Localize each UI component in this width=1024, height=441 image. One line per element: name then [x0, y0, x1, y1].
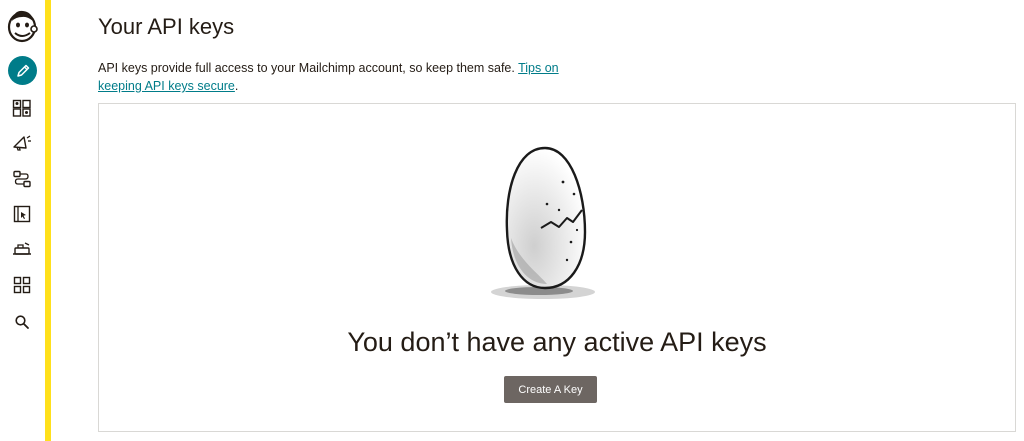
- description-text: API keys provide full access to your Mai…: [98, 61, 515, 75]
- nav-website-button[interactable]: [6, 198, 38, 230]
- integrations-icon: [12, 240, 32, 258]
- nav-campaigns-button[interactable]: [6, 127, 38, 159]
- nav-automations-button[interactable]: [6, 163, 38, 195]
- automation-icon: [12, 170, 32, 188]
- megaphone-icon: [12, 134, 32, 152]
- pencil-icon: [15, 63, 31, 79]
- search-icon: [14, 314, 30, 330]
- nav-search-button[interactable]: [6, 306, 38, 338]
- nav-create-button[interactable]: [8, 56, 37, 85]
- nav-accent-bar: [45, 0, 51, 441]
- description-end: .: [234, 79, 239, 93]
- audience-icon: [12, 99, 32, 117]
- app-window: Your API keys API keys provide full acce…: [0, 0, 1024, 441]
- create-key-button[interactable]: Create A Key: [504, 376, 597, 403]
- nav-audience-button[interactable]: [6, 92, 38, 124]
- page-description: API keys provide full access to your Mai…: [98, 59, 578, 95]
- empty-state-heading: You don’t have any active API keys: [347, 327, 767, 357]
- cracked-egg-illustration: [489, 142, 601, 304]
- empty-state-card: You don’t have any active API keys Creat…: [98, 103, 1016, 432]
- grid-icon: [13, 276, 31, 294]
- nav-integrations-button[interactable]: [6, 233, 38, 265]
- page-title: Your API keys: [98, 14, 235, 39]
- website-icon: [13, 205, 31, 223]
- mailchimp-logo-icon[interactable]: [4, 6, 40, 44]
- nav-dashboards-button[interactable]: [6, 269, 38, 301]
- side-navigation: [0, 0, 45, 441]
